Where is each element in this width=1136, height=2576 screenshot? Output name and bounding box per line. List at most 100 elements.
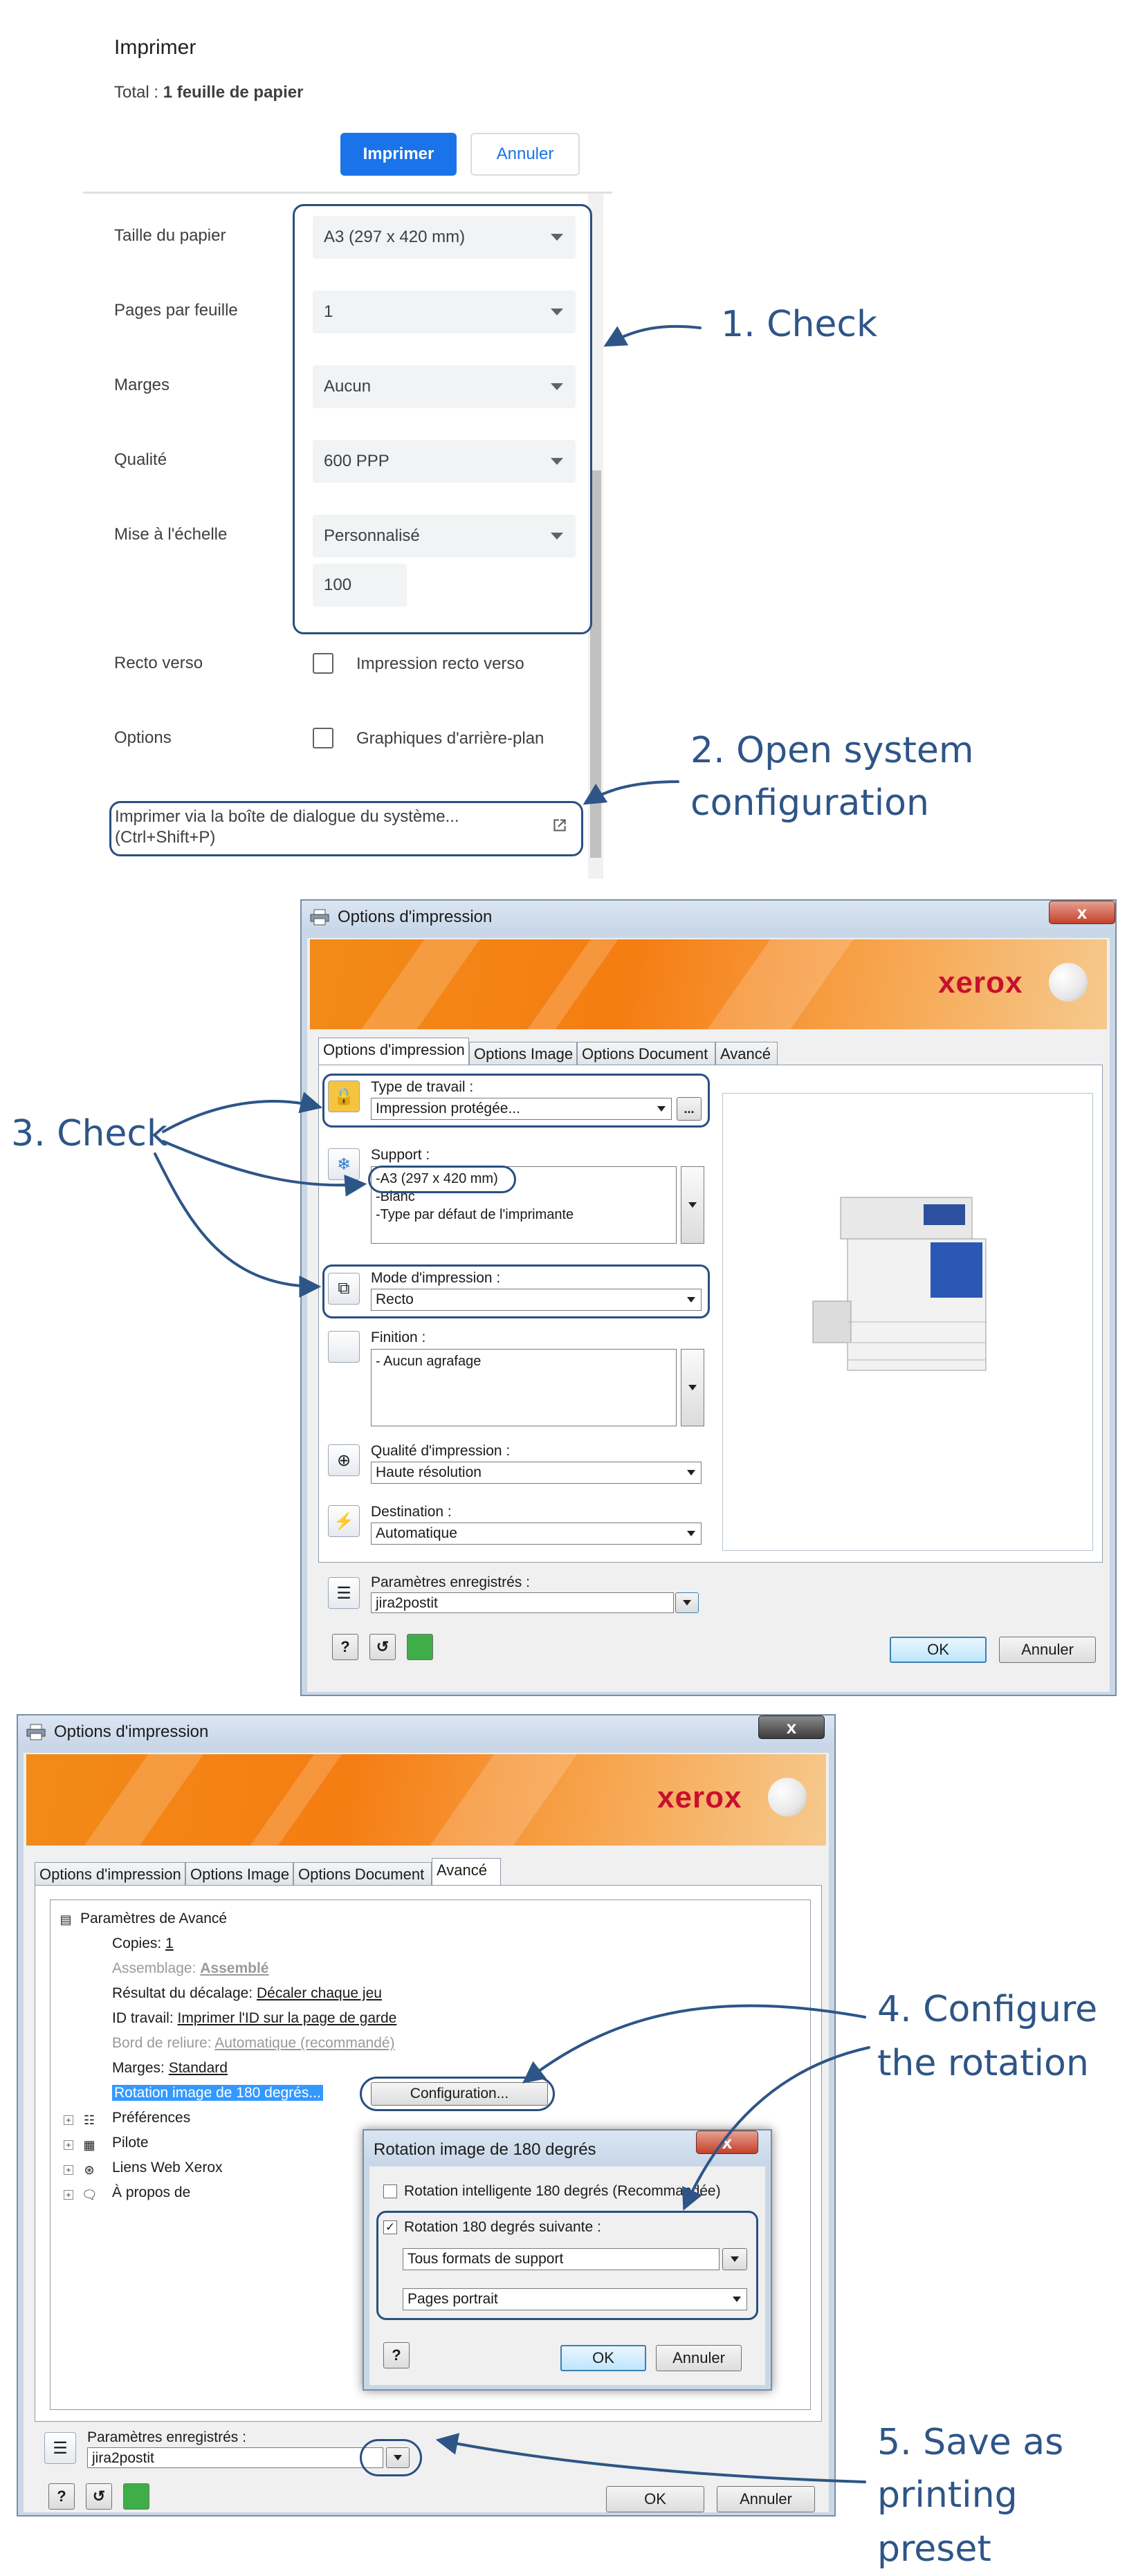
highlight-paper-size — [368, 1166, 516, 1193]
destination-icon: ⚡ — [328, 1505, 360, 1537]
annotation-step-4-line2: the rotation — [877, 2043, 1089, 2084]
tree-item-value: Assemblé — [200, 1960, 269, 1976]
printer-image — [812, 1197, 987, 1371]
expand-icon[interactable]: + — [64, 2190, 73, 2200]
duplex-checkbox[interactable] — [313, 653, 333, 674]
tree-item-collation[interactable]: Assemblage: Assemblé — [112, 1960, 268, 1977]
close-button[interactable]: x — [758, 1715, 825, 1739]
destination-label: Destination : — [371, 1504, 452, 1520]
tree-item-value: 1 — [165, 1935, 174, 1951]
printer-icon — [310, 909, 329, 926]
saved-settings-input[interactable]: jira2postit — [87, 2447, 383, 2468]
tree-item-copies[interactable]: Copies: 1 — [112, 1935, 174, 1952]
xerox-logo-icon — [768, 1778, 807, 1816]
finishing-label: Finition : — [371, 1330, 426, 1345]
reset-icon[interactable]: ↺ — [86, 2483, 112, 2510]
background-graphics-checkbox[interactable] — [313, 728, 333, 748]
scale-label: Mise à l'échelle — [114, 525, 228, 544]
expand-icon[interactable]: + — [64, 2115, 73, 2125]
tab-advanced[interactable]: Avancé — [432, 1858, 501, 1886]
cancel-button[interactable]: Annuler — [470, 133, 580, 176]
expand-icon[interactable]: + — [64, 2140, 73, 2150]
quality-label: Qualité — [114, 450, 167, 469]
finishing-list[interactable]: - Aucun agrafage — [371, 1349, 677, 1426]
tree-item-binding-edge[interactable]: Bord de reliure: Automatique (recommandé… — [112, 2035, 395, 2052]
xerox-banner: xerox — [26, 1754, 826, 1846]
chrome-print-panel: Imprimer Total : 1 feuille de papier Imp… — [83, 0, 616, 878]
tab-image-options[interactable]: Options Image — [469, 1042, 577, 1065]
annotation-step-4-line1: 4. Configure — [877, 1989, 1098, 2030]
tree-group-driver[interactable]: Pilote — [112, 2135, 149, 2151]
tree-item-margins[interactable]: Marges: Standard — [112, 2060, 228, 2077]
ok-button[interactable]: OK — [890, 1637, 987, 1663]
tree-root[interactable]: Paramètres de Avancé — [80, 1911, 227, 1927]
tree-item-label: Copies: — [112, 1935, 166, 1951]
cancel-button[interactable]: Annuler — [717, 2486, 815, 2512]
help-button[interactable]: ? — [48, 2483, 75, 2510]
eco-icon[interactable] — [407, 1634, 433, 1660]
total-sheets: Total : 1 feuille de papier — [114, 83, 303, 102]
dialog-title: Options d'impression — [338, 908, 493, 926]
help-button[interactable]: ? — [383, 2342, 410, 2368]
ok-button[interactable]: OK — [606, 2486, 704, 2512]
expand-icon[interactable]: + — [64, 2165, 73, 2175]
preferences-icon: ☷ — [83, 2113, 95, 2127]
annotation-step-3: 3. Check — [11, 1113, 168, 1154]
banner-stripe — [361, 939, 480, 1029]
driver-icon: ▦ — [83, 2138, 95, 2152]
tab-document-options[interactable]: Options Document — [293, 1862, 432, 1886]
tab-print-options[interactable]: Options d'impression — [318, 1038, 469, 1065]
banner-stripe — [84, 1754, 204, 1846]
annotation-step-2-line1: 2. Open system — [690, 730, 974, 771]
saved-settings-input[interactable]: jira2postit — [371, 1592, 674, 1613]
advanced-options-dialog: Options d'impression x xerox Options d'i… — [17, 1714, 836, 2517]
saved-settings-icon: ☰ — [328, 1577, 360, 1609]
close-button[interactable]: x — [1049, 901, 1115, 924]
finishing-dropdown-button[interactable] — [681, 1349, 704, 1426]
chevron-down-icon — [687, 1531, 695, 1536]
saved-settings-dropdown[interactable] — [675, 1592, 699, 1613]
highlight-job-type — [322, 1074, 710, 1128]
tab-advanced[interactable]: Avancé — [715, 1042, 778, 1065]
ok-button[interactable]: OK — [560, 2345, 646, 2371]
support-dropdown-button[interactable] — [681, 1166, 704, 1244]
highlight-box — [293, 204, 592, 634]
close-button[interactable]: x — [696, 2131, 758, 2154]
cancel-button[interactable]: Annuler — [999, 1637, 1096, 1663]
tree-item-label: Marges: — [112, 2060, 169, 2076]
chevron-down-icon — [687, 1470, 695, 1475]
tree-item-job-id[interactable]: ID travail: Imprimer l'ID sur la page de… — [112, 2010, 396, 2027]
chevron-down-icon — [688, 1202, 697, 1208]
tree-item-rotation[interactable]: Rotation image de 180 degrés... — [112, 2085, 323, 2101]
reset-icon[interactable]: ↺ — [369, 1634, 396, 1660]
tab-document-options[interactable]: Options Document — [577, 1042, 715, 1065]
destination-select[interactable]: Automatique — [371, 1522, 702, 1545]
print-quality-select[interactable]: Haute résolution — [371, 1462, 702, 1484]
quality-icon: ⊕ — [328, 1444, 360, 1476]
tree-item-value: Imprimer l'ID sur la page de garde — [177, 2010, 397, 2026]
tree-item-label: ID travail: — [112, 2010, 178, 2026]
total-value: 1 feuille de papier — [163, 83, 304, 102]
cancel-button[interactable]: Annuler — [656, 2345, 742, 2371]
tree-item-value: Décaler chaque jeu — [256, 1985, 382, 2001]
tree-group-preferences[interactable]: Préférences — [112, 2110, 190, 2126]
smart-rotation-checkbox[interactable] — [383, 2184, 397, 2198]
banner-stripe — [430, 1754, 578, 1846]
tree-group-web-links[interactable]: Liens Web Xerox — [112, 2160, 223, 2176]
support-line: -Type par défaut de l'imprimante — [376, 1207, 574, 1222]
duplex-checkbox-label: Impression recto verso — [356, 654, 524, 673]
arrow-step-3c — [154, 1152, 322, 1298]
tab-print-options[interactable]: Options d'impression — [35, 1862, 185, 1886]
tab-image-options[interactable]: Options Image — [185, 1862, 293, 1886]
help-button[interactable]: ? — [332, 1634, 358, 1660]
tree-group-about[interactable]: À propos de — [112, 2184, 190, 2201]
print-button[interactable]: Imprimer — [340, 133, 457, 176]
pages-per-sheet-label: Pages par feuille — [114, 301, 238, 320]
tree-item-offset[interactable]: Résultat du décalage: Décaler chaque jeu — [112, 1985, 382, 2002]
arrow-step-3a — [162, 1092, 323, 1133]
margins-label: Marges — [114, 376, 170, 394]
print-title: Imprimer — [114, 36, 196, 59]
eco-icon[interactable] — [123, 2483, 149, 2510]
arrow-step-1 — [603, 324, 702, 347]
print-options-dialog: Options d'impression x xerox Options d'i… — [300, 899, 1117, 1696]
